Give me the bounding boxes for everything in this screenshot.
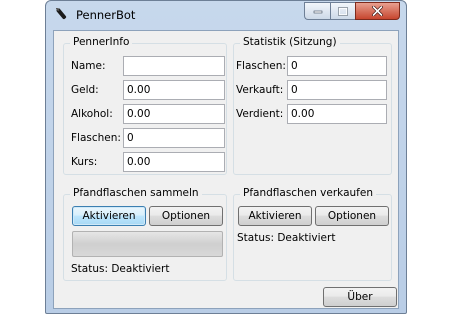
statistik-legend: Statistik (Sitzung) [240,36,340,48]
flaschen-field[interactable] [123,128,225,148]
title-bar[interactable]: PennerBot [46,1,406,29]
penner-info-legend: PennerInfo [70,36,133,48]
name-label: Name: [71,60,106,72]
alkohol-label: Alkohol: [71,108,113,120]
stat-flaschen-field[interactable] [287,56,387,76]
verkaufen-group: Pfandflaschen verkaufen Aktivieren Optio… [233,187,392,281]
main-window: PennerBot PennerInfo Name: Geld: Alkohol… [45,0,407,314]
sammeln-status: Status: Deaktiviert [71,263,170,275]
minimize-icon [313,10,322,14]
maximize-button[interactable] [330,2,355,20]
name-field[interactable] [123,56,225,76]
geld-field[interactable] [123,80,225,100]
sammeln-progress-bar [72,231,223,257]
geld-label: Geld: [71,84,99,96]
stat-verdient-label: Verdient: [236,108,284,120]
client-area: PennerInfo Name: Geld: Alkohol: Flaschen… [53,30,399,309]
verkaufen-status: Status: Deaktiviert [237,232,336,244]
sammeln-group: Pfandflaschen sammeln Aktivieren Optione… [63,187,227,281]
stat-verkauft-field[interactable] [287,80,387,100]
about-button[interactable]: Über [323,287,397,307]
maximize-icon [338,6,348,16]
kurs-field[interactable] [123,152,225,172]
bottle-icon [55,7,70,22]
close-icon [372,6,383,16]
sammeln-options-button[interactable]: Optionen [149,206,223,226]
sammeln-legend: Pfandflaschen sammeln [70,187,202,199]
minimize-button[interactable] [304,2,330,20]
statistik-group: Statistik (Sitzung) Flaschen: Verkauft: … [233,36,392,175]
flaschen-label: Flaschen: [71,132,121,144]
sammeln-activate-button[interactable]: Aktivieren [72,206,146,226]
window-title: PennerBot [76,8,136,22]
verkaufen-legend: Pfandflaschen verkaufen [240,187,376,199]
verkaufen-activate-button[interactable]: Aktivieren [238,206,312,226]
verkaufen-options-button[interactable]: Optionen [315,206,389,226]
stat-verdient-field[interactable] [287,104,387,124]
stat-verkauft-label: Verkauft: [236,84,284,96]
stat-flaschen-label: Flaschen: [236,60,286,72]
alkohol-field[interactable] [123,104,225,124]
caption-buttons [304,2,400,20]
kurs-label: Kurs: [71,156,98,168]
penner-info-group: PennerInfo Name: Geld: Alkohol: Flaschen… [63,36,227,175]
close-button[interactable] [355,2,400,20]
